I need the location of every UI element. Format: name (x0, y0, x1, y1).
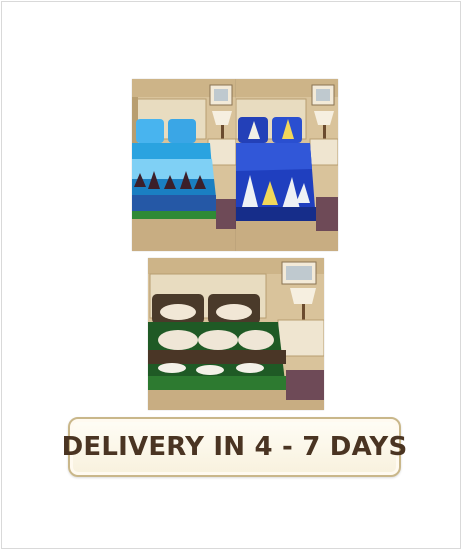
delivery-banner-text: DELIVERY IN 4 - 7 DAYS (61, 432, 408, 462)
bedsheet-photo-blue-ships (236, 79, 338, 251)
bedsheet-photo-blue-sky (132, 79, 236, 251)
bedsheet-photo-green-3d (148, 258, 324, 410)
product-image-frame: DELIVERY IN 4 - 7 DAYS (1, 1, 461, 549)
delivery-banner: DELIVERY IN 4 - 7 DAYS (62, 417, 407, 477)
